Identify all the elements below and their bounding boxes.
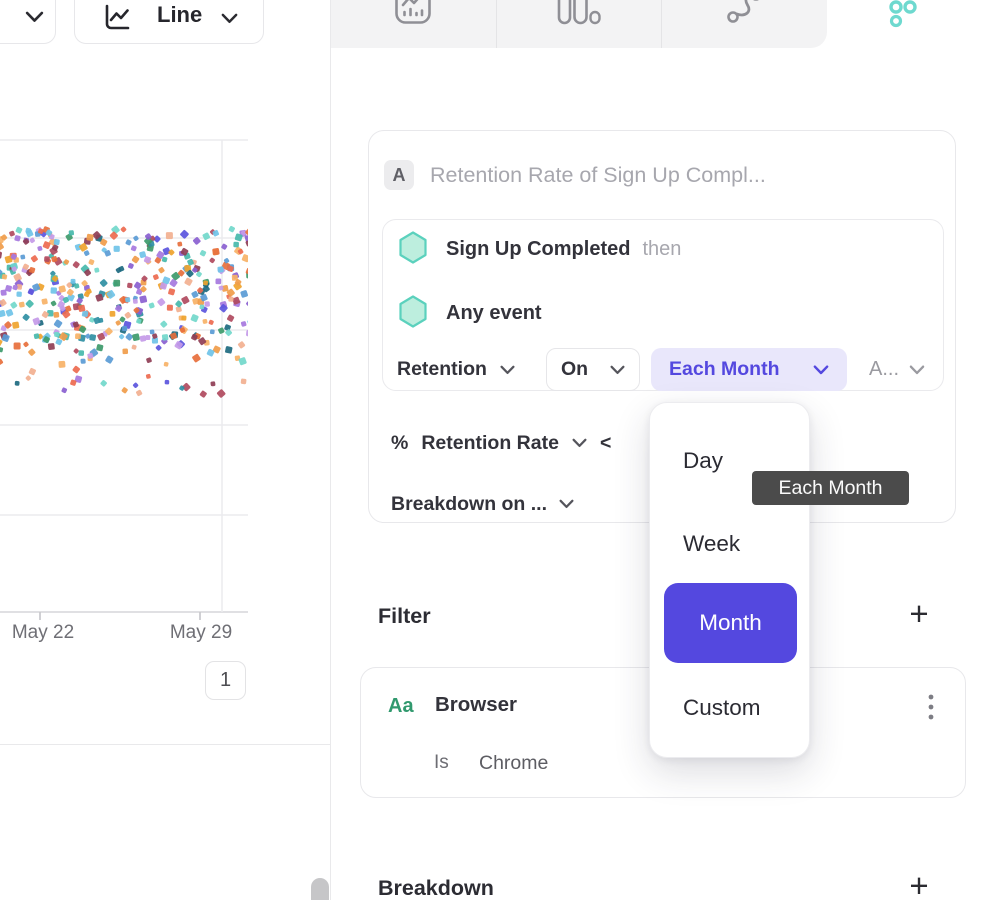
- chart-type-button[interactable]: Line: [74, 0, 264, 44]
- breakdown-section-title: Breakdown: [378, 870, 494, 900]
- chevron-down-icon: [813, 365, 829, 375]
- event-suffix: then: [642, 238, 681, 261]
- add-breakdown-button[interactable]: +: [901, 869, 937, 900]
- event-name: Any event: [446, 302, 542, 325]
- time-unit-menu: Day Week Month Custom: [649, 402, 810, 758]
- comparator-symbol: <: [600, 432, 611, 455]
- chevron-down-icon: [500, 365, 515, 375]
- retention-type-dropdown[interactable]: Retention: [397, 348, 515, 391]
- event-hexagon-icon: [398, 231, 428, 269]
- chevron-down-icon: [221, 13, 238, 24]
- chevron-down-icon: [572, 438, 587, 448]
- app-canvas: Line May 22 May 29 1: [0, 0, 982, 900]
- chart-type-label: Line: [157, 0, 202, 43]
- time-unit-dropdown[interactable]: Each Month: [651, 348, 847, 391]
- chevron-down-icon: [909, 365, 925, 375]
- event-hexagon-icon: [398, 295, 428, 333]
- tooltip: Each Month: [752, 471, 909, 505]
- flows-icon: [725, 0, 765, 30]
- menu-item-week[interactable]: Week: [650, 520, 809, 568]
- filter-operator[interactable]: Is: [434, 752, 449, 774]
- x-axis-tick-label: May 29: [163, 622, 239, 644]
- panel-divider: [330, 0, 331, 900]
- view-tabbar: [331, 0, 827, 48]
- percent-symbol: %: [391, 432, 408, 455]
- measure-row: % Retention Rate <: [391, 425, 611, 461]
- chevron-down-icon: [559, 499, 574, 509]
- x-axis-tick-label: May 22: [5, 622, 81, 644]
- scrollbar-thumb[interactable]: [311, 878, 329, 900]
- retention-icon: [886, 19, 926, 36]
- tab-insights[interactable]: [331, 0, 497, 48]
- report-title[interactable]: Retention Rate of Sign Up Compl...: [430, 160, 766, 190]
- line-chart-icon: [101, 3, 131, 38]
- funnels-icon: [557, 0, 601, 30]
- kebab-menu-icon[interactable]: [924, 692, 938, 728]
- tab-flows[interactable]: [662, 0, 827, 48]
- tab-retention-active[interactable]: [886, 0, 926, 32]
- menu-item-custom[interactable]: Custom: [650, 684, 809, 732]
- event-row-first[interactable]: Sign Up Completed then: [398, 233, 681, 266]
- breakdown-on-dropdown[interactable]: Breakdown on ...: [391, 486, 574, 522]
- retention-chart: [0, 138, 248, 624]
- truncated-dropdown[interactable]: A...: [869, 348, 925, 391]
- events-card: Sign Up Completed then Any event Retenti…: [382, 219, 944, 391]
- measure-dropdown[interactable]: Retention Rate: [421, 432, 559, 455]
- horizontal-divider: [0, 744, 331, 745]
- tab-funnels[interactable]: [497, 0, 663, 48]
- filter-property-dropdown[interactable]: Browser: [435, 693, 517, 717]
- event-name: Sign Up Completed: [446, 238, 630, 261]
- menu-item-month-selected[interactable]: Month: [664, 583, 797, 663]
- collapsed-dropdown-button[interactable]: [0, 0, 56, 44]
- filter-section-title: Filter: [378, 598, 431, 634]
- filter-value[interactable]: Chrome: [479, 752, 548, 775]
- retention-criteria-dropdown[interactable]: On: [546, 348, 640, 391]
- chevron-down-icon: [25, 11, 44, 23]
- add-filter-button[interactable]: +: [901, 597, 937, 633]
- insights-icon: [395, 0, 431, 30]
- event-row-second[interactable]: Any event: [398, 297, 542, 330]
- chevron-down-icon: [610, 365, 625, 375]
- series-badge: A: [384, 160, 414, 190]
- chart-pagination-badge[interactable]: 1: [205, 661, 246, 700]
- property-type-badge: Aa: [388, 695, 414, 718]
